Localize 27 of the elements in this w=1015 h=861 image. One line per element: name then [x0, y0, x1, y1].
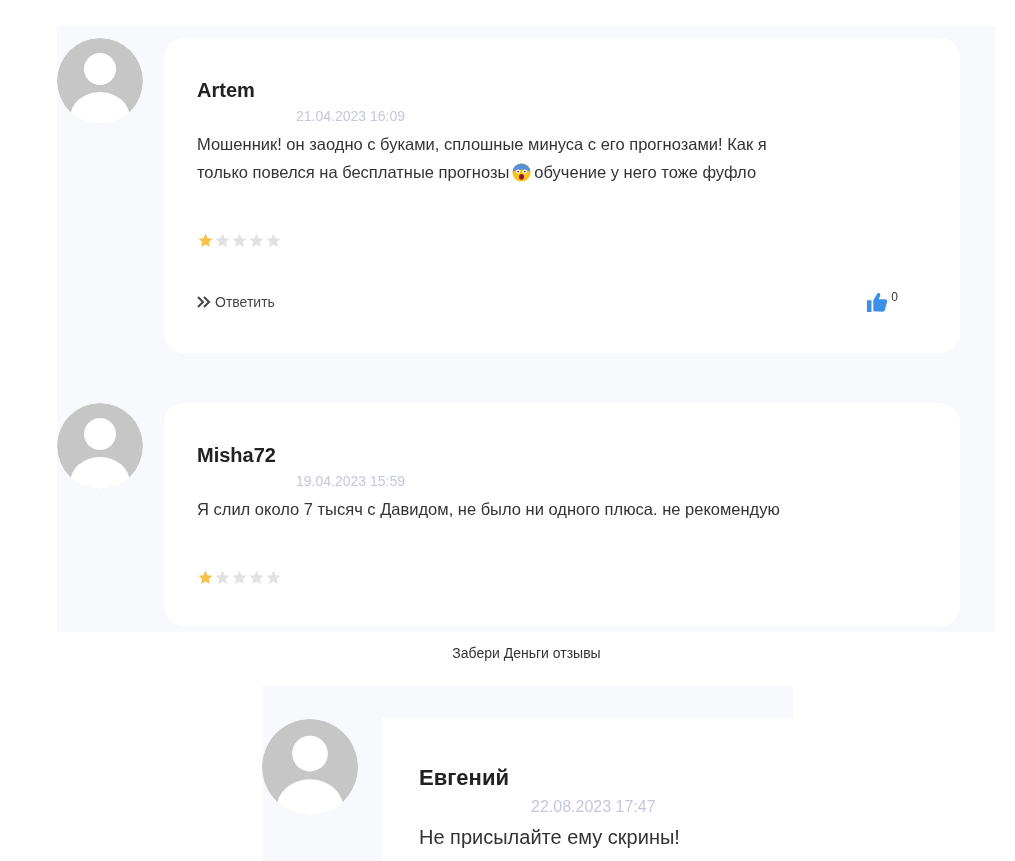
review-date: 21.04.2023 16:09: [296, 107, 406, 126]
reply-button[interactable]: Ответить: [197, 291, 275, 313]
like-count: 0: [891, 291, 898, 303]
star-icon: [248, 569, 265, 586]
review-text: обучение у него тоже фуфло: [534, 162, 757, 183]
double-chevron-icon: [197, 296, 211, 308]
star-icon: [214, 569, 231, 586]
author-name: Misha72: [197, 443, 277, 467]
thumbs-up-icon[interactable]: [866, 291, 889, 313]
star-icon: [248, 232, 265, 249]
star-icon: [231, 569, 248, 586]
author-name: Евгений: [419, 764, 510, 792]
review-text: только повелся на бесплатные прогнозы: [197, 162, 510, 183]
review-text: Я слил около 7 тысяч с Давидом, не было ни одного плюса. не рекомендую: [197, 499, 780, 520]
star-icon: [197, 232, 214, 249]
star-icon: [197, 569, 214, 586]
star-icon: [214, 232, 231, 249]
scared-face-icon: [512, 162, 532, 182]
review-text: Не присылайте ему скрины!: [419, 825, 681, 850]
image-caption: Забери Деньги отзывы: [451, 644, 602, 663]
star-icon: [265, 232, 282, 249]
review-text: Мошенник! он заодно с буками, сплошные минуса с его прогнозами! Как я: [197, 134, 767, 155]
review-date: 22.08.2023 17:47: [531, 797, 657, 817]
review-date: 19.04.2023 15:59: [296, 472, 406, 491]
author-name: Artem: [197, 78, 256, 102]
star-icon: [231, 232, 248, 249]
star-icon: [265, 569, 282, 586]
